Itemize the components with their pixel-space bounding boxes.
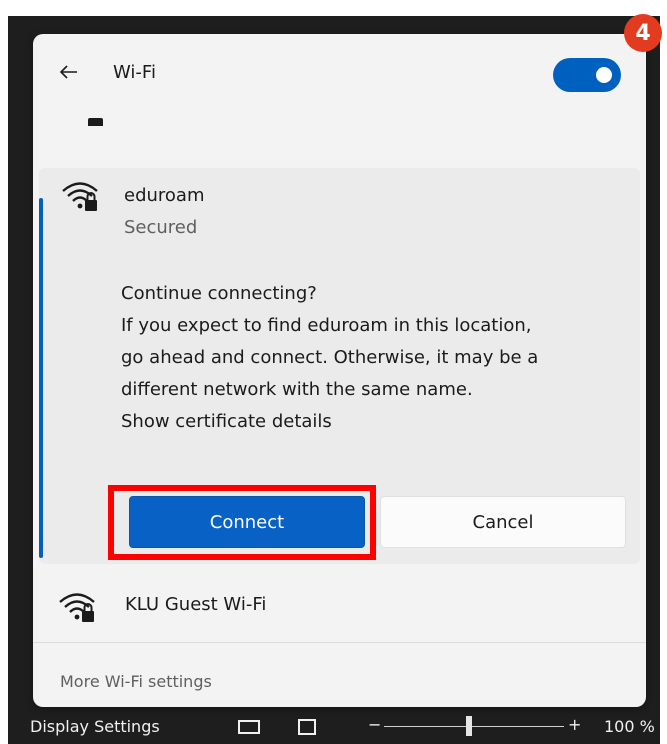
- display-settings-label[interactable]: Display Settings: [30, 717, 160, 736]
- step-badge: 4: [624, 14, 662, 52]
- selection-accent: [39, 198, 43, 558]
- message-line: Continue connecting?: [121, 283, 317, 304]
- connection-message: Continue connecting? If you expect to fi…: [121, 278, 631, 438]
- cancel-button[interactable]: Cancel: [380, 496, 626, 548]
- more-wifi-settings-link[interactable]: More Wi-Fi settings: [60, 672, 212, 691]
- zoom-level: 100 %: [604, 717, 655, 736]
- divider: [33, 642, 646, 643]
- wifi-toggle[interactable]: [553, 58, 621, 92]
- zoom-in-button[interactable]: +: [568, 715, 581, 734]
- network-list-item[interactable]: KLU Guest Wi-Fi: [33, 573, 646, 639]
- status-bar: Display Settings − + 100 %: [8, 707, 660, 744]
- show-certificate-link[interactable]: Show certificate details: [121, 406, 631, 438]
- network-status: Secured: [124, 217, 198, 238]
- message-line: different network with the same name.: [121, 379, 473, 400]
- wifi-lock-icon: [59, 593, 95, 622]
- network-name: KLU Guest Wi-Fi: [125, 594, 267, 615]
- partial-network-icon: [88, 118, 103, 126]
- selected-network-card: eduroam Secured Continue connecting? If …: [39, 168, 640, 564]
- message-line: If you expect to find eduroam in this lo…: [121, 315, 532, 336]
- zoom-out-button[interactable]: −: [368, 715, 381, 734]
- wifi-lock-icon: [62, 182, 98, 211]
- toggle-knob: [596, 67, 612, 83]
- back-arrow-icon[interactable]: [57, 60, 81, 84]
- view-icon[interactable]: [238, 720, 260, 734]
- connect-button[interactable]: Connect: [129, 496, 365, 548]
- zoom-slider-thumb[interactable]: [466, 716, 472, 736]
- message-line: go ahead and connect. Otherwise, it may …: [121, 347, 539, 368]
- page-title: Wi-Fi: [113, 62, 156, 83]
- wifi-header: Wi-Fi: [33, 34, 646, 116]
- zoom-slider[interactable]: [384, 726, 564, 727]
- wifi-flyout: Wi-Fi eduroam Secured Continue connectin…: [33, 34, 646, 707]
- reading-view-icon[interactable]: [298, 719, 316, 735]
- network-name: eduroam: [124, 185, 205, 206]
